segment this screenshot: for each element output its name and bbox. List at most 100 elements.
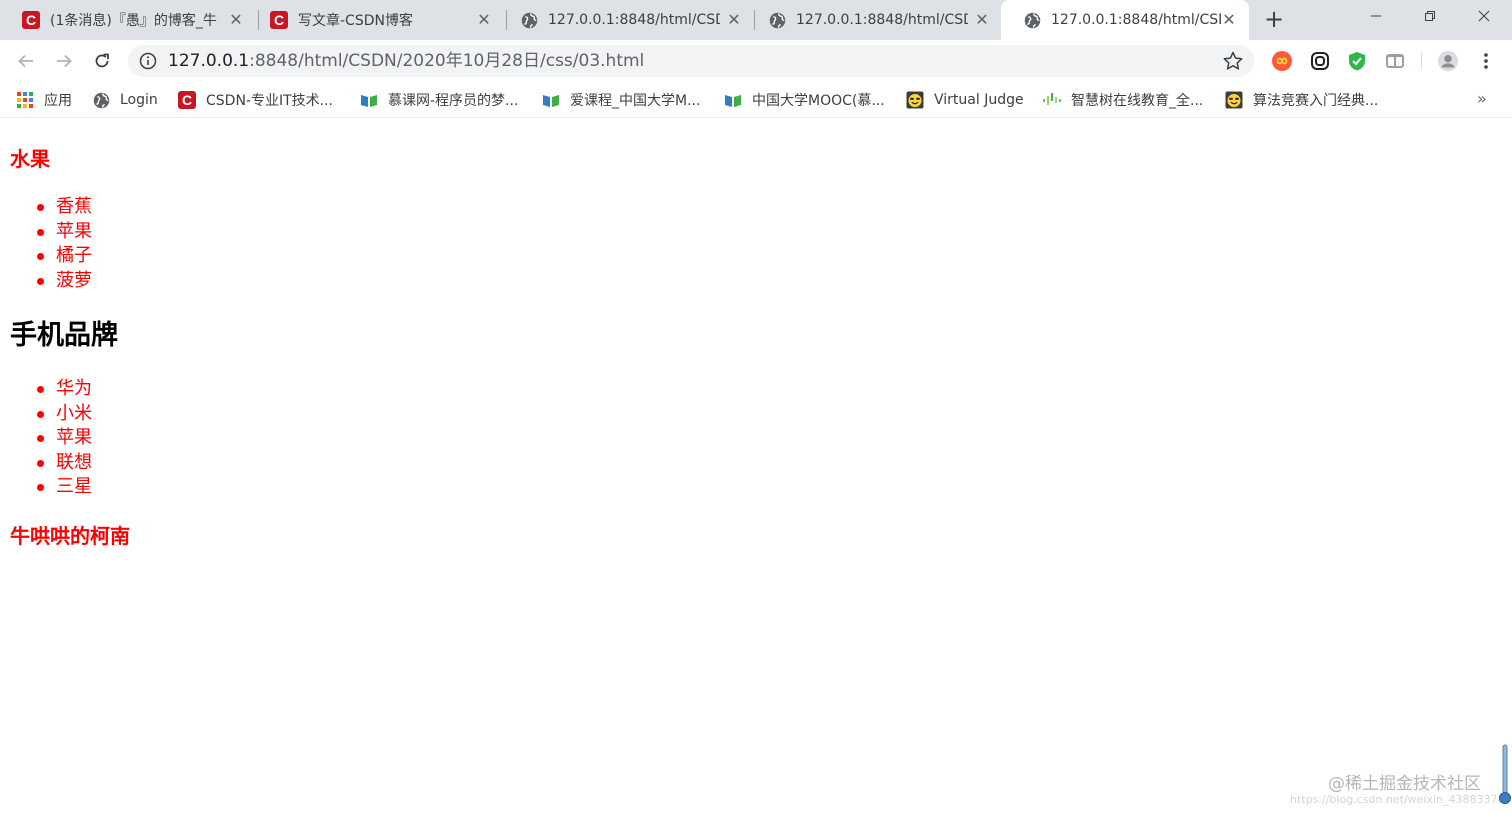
bookmark-label: 智慧树在线教育_全... [1071, 93, 1204, 109]
profile-avatar[interactable] [1437, 50, 1459, 72]
browser-window: C (1条消息)『愚』的博客_牛 ✕ C 写文章-CSDN博客 ✕ 127.0.… [0, 0, 1512, 814]
page-content: 水果 香蕉 苹果 橘子 菠萝 手机品牌 华为 小米 苹果 联想 三星 牛哄哄的柯… [0, 118, 1512, 814]
globe-icon [1023, 11, 1041, 29]
list-item-text: 香蕉 [56, 196, 92, 217]
close-window-button[interactable] [1461, 0, 1507, 32]
tab-localhost-active[interactable]: 127.0.0.1:8848/html/CSDN ✕ [1001, 0, 1249, 40]
browser-toolbar: 127.0.0.1:8848/html/CSDN/2020年10月28日/css… [0, 40, 1512, 82]
bookmark-zhihuishu[interactable]: 智慧树在线教育_全... [1043, 89, 1203, 111]
list-item-text: 苹果 [56, 427, 92, 448]
tab-csdn-blog[interactable]: C (1条消息)『愚』的博客_牛 ✕ [0, 0, 256, 40]
new-tab-button[interactable]: + [1262, 7, 1286, 32]
star-icon[interactable] [1222, 50, 1244, 72]
tab-localhost-1[interactable]: 127.0.0.1:8848/html/CSDN ✕ [498, 0, 754, 40]
watermark: @稀土掘金技术社区 [1328, 774, 1481, 794]
bookmark-icourses[interactable]: 爱课程_中国大学M... [542, 89, 700, 111]
url-text[interactable]: 127.0.0.1:8848/html/CSDN/2020年10月28日/css… [168, 51, 644, 71]
close-icon[interactable]: ✕ [1221, 12, 1237, 28]
address-bar[interactable]: 127.0.0.1:8848/html/CSDN/2020年10月28日/css… [128, 45, 1254, 77]
list-item-text: 橘子 [56, 245, 92, 266]
bookmark-virtual-judge[interactable]: Virtual Judge [906, 89, 1024, 111]
tab-manager-extension-icon[interactable] [1384, 50, 1406, 72]
fruits-heading: 水果 [10, 147, 50, 171]
bookmark-imooc[interactable]: 慕课网-程序员的梦... [360, 89, 518, 111]
smiley-icon [1225, 91, 1243, 109]
thermometer-icon [1499, 744, 1511, 804]
bookmark-label: 慕课网-程序员的梦... [388, 93, 519, 109]
csdn-icon: C [270, 11, 288, 29]
csdn-icon: C [22, 11, 40, 29]
tab-strip: C (1条消息)『愚』的博客_牛 ✕ C 写文章-CSDN博客 ✕ 127.0.… [0, 0, 1512, 40]
list-item: 香蕉 [0, 195, 300, 220]
tab-localhost-2[interactable]: 127.0.0.1:8848/html/CSDN ✕ [746, 0, 1002, 40]
close-icon[interactable]: ✕ [476, 12, 492, 28]
globe-icon [92, 91, 110, 109]
footer-heading: 牛哄哄的柯南 [10, 524, 130, 548]
list-item-text: 菠萝 [56, 269, 92, 291]
bookmarks-overflow-button[interactable]: » [1477, 89, 1487, 108]
list-item-text: 三星 [56, 476, 92, 497]
tab-title: 127.0.0.1:8848/html/CSDN [1051, 12, 1221, 28]
bookmark-apps[interactable]: 应用 [16, 89, 72, 111]
back-button[interactable] [14, 49, 38, 73]
bullet [37, 435, 44, 442]
infinity-extension-icon[interactable] [1271, 50, 1293, 72]
minimize-icon [1371, 15, 1381, 17]
close-icon[interactable]: ✕ [974, 12, 990, 28]
list-item-text: 华为 [56, 378, 92, 399]
bookmarks-bar: 应用 Login C CSDN-专业IT技术... 慕课网-程序员的梦... 爱… [0, 82, 1512, 118]
bookmark-icourse163[interactable]: 中国大学MOOC(慕... [724, 89, 885, 111]
bullet [37, 228, 44, 236]
bookmark-label: Virtual Judge [934, 92, 1024, 108]
reload-button[interactable] [90, 49, 114, 73]
bullet [37, 410, 44, 418]
link-extension-icon[interactable] [1309, 50, 1331, 72]
bookmark-label: 中国大学MOOC(慕... [752, 93, 885, 109]
bookmark-label: 应用 [44, 93, 72, 109]
bookmark-csdn[interactable]: C CSDN-专业IT技术... [178, 89, 333, 111]
phones-heading: 手机品牌 [10, 320, 118, 351]
bullet [37, 459, 44, 467]
tab-title: 127.0.0.1:8848/html/CSDN [796, 12, 968, 28]
fruits-list: 香蕉 苹果 橘子 菠萝 [0, 195, 300, 293]
bookmark-label: 爱课程_中国大学M... [570, 93, 701, 109]
zhihuishu-icon [1043, 91, 1061, 109]
mooc-book-icon [542, 91, 560, 109]
smiley-icon [906, 91, 924, 109]
globe-icon [768, 11, 786, 29]
bookmark-label: Login [120, 92, 158, 108]
close-icon[interactable]: ✕ [228, 12, 244, 28]
bookmark-label: CSDN-专业IT技术... [206, 93, 333, 109]
tab-title: (1条消息)『愚』的博客_牛 [50, 13, 217, 29]
arrow-left-icon [18, 54, 33, 68]
arrow-right-icon [57, 54, 72, 68]
bullet [37, 204, 44, 211]
list-item: 菠萝 [0, 269, 300, 294]
mooc-book-icon [360, 91, 378, 109]
tab-title: 127.0.0.1:8848/html/CSDN [548, 12, 720, 28]
list-item: 苹果 [0, 220, 300, 245]
bookmark-label: 算法竞赛入门经典... [1253, 93, 1379, 109]
list-item: 苹果 [0, 426, 300, 451]
apps-grid-icon [16, 91, 34, 109]
globe-icon [520, 11, 538, 29]
shield-extension-icon[interactable] [1346, 50, 1368, 72]
forward-button[interactable] [52, 49, 76, 73]
list-item-text: 苹果 [56, 220, 92, 242]
list-item: 小米 [0, 402, 300, 427]
toolbar-divider [1421, 52, 1422, 70]
tab-write-article[interactable]: C 写文章-CSDN博客 ✕ [248, 0, 504, 40]
bookmark-login[interactable]: Login [92, 89, 158, 111]
url-host: 127.0.0.1 [168, 51, 250, 71]
menu-button[interactable] [1475, 50, 1497, 72]
bullet [37, 277, 44, 285]
minimize-button[interactable] [1353, 0, 1399, 32]
restore-button[interactable] [1407, 0, 1453, 32]
reload-icon [95, 53, 109, 68]
close-icon[interactable]: ✕ [726, 12, 742, 28]
info-icon[interactable] [138, 51, 158, 71]
bookmark-algorithm-book[interactable]: 算法竞赛入门经典... [1225, 89, 1378, 111]
close-icon [1478, 10, 1490, 22]
avatar-icon [1437, 50, 1459, 72]
more-vertical-icon [1484, 53, 1488, 69]
